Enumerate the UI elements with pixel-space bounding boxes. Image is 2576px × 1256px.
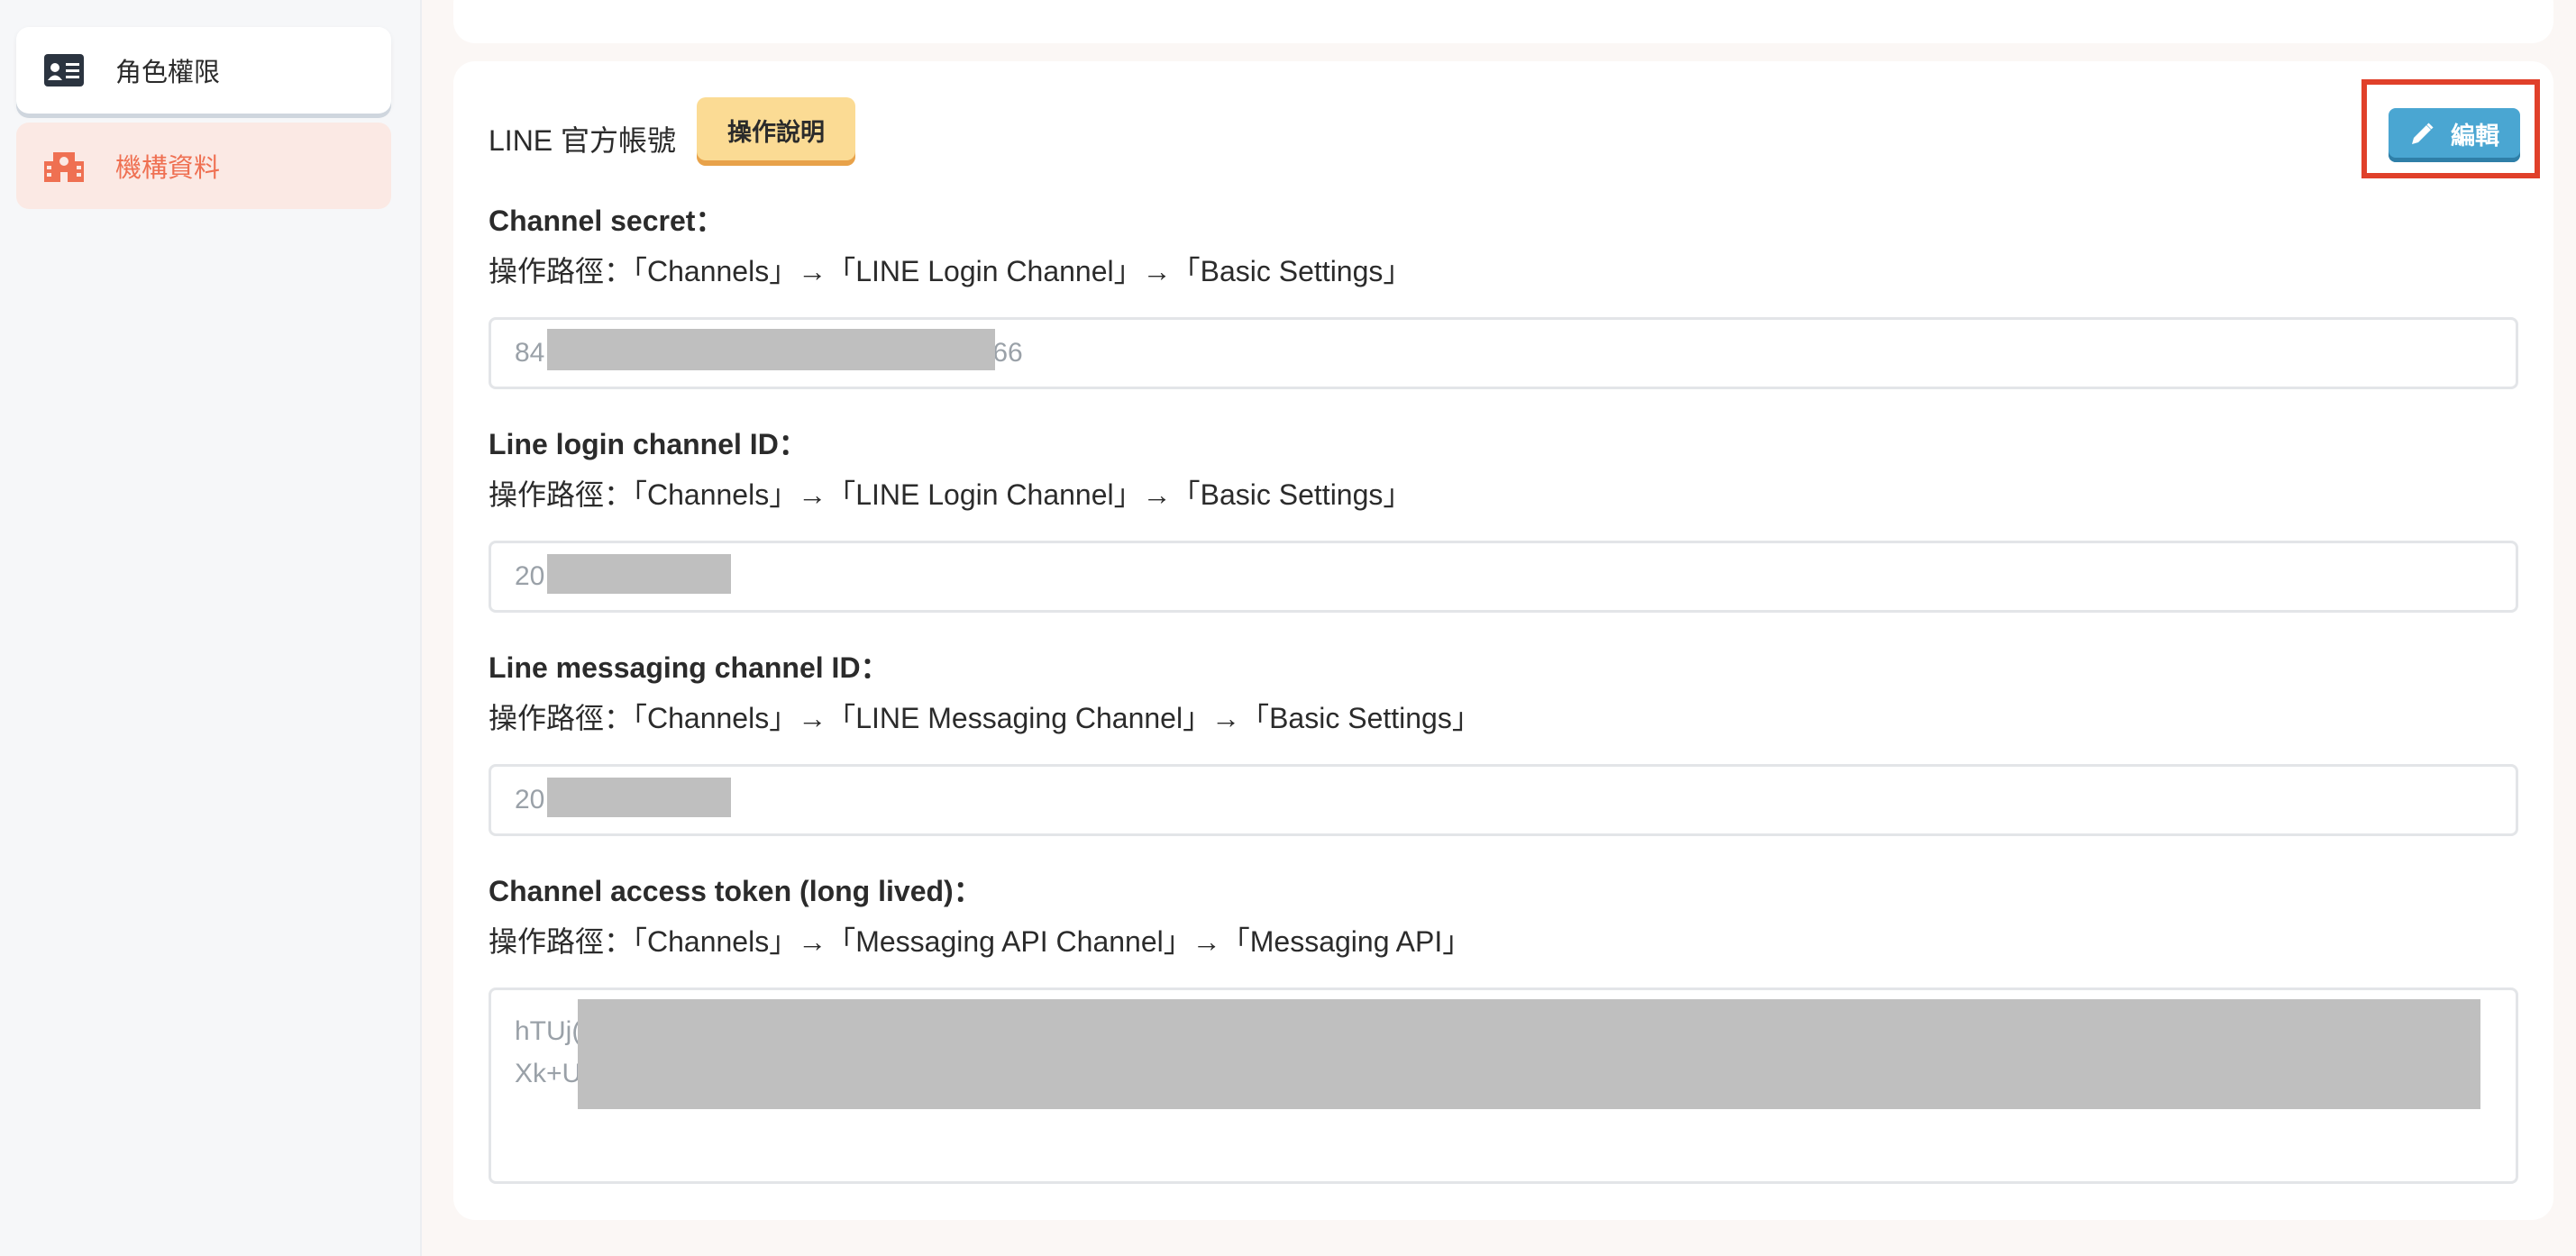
edit-button-label: 編輯 [2451, 123, 2499, 150]
channel-access-token-textarea[interactable]: hTUj( Xk+U [489, 988, 2518, 1184]
line-messaging-channel-id-path: 操作路徑：「Channels」→「LINE Messaging Channel」… [489, 702, 1481, 734]
channel-secret-value-prefix: 84 [515, 338, 545, 368]
sidebar: 角色權限 機構資料 [0, 0, 422, 1256]
line-login-channel-id-input[interactable]: 20 [489, 541, 2518, 613]
redaction-block [547, 329, 995, 370]
help-button[interactable]: 操作說明 [697, 97, 855, 166]
line-messaging-channel-id-input[interactable]: 20 [489, 764, 2518, 836]
card-title: LINE 官方帳號 [489, 124, 677, 157]
edit-button[interactable]: 編輯 [2389, 108, 2520, 162]
line-login-channel-id-value: 20 [515, 561, 545, 591]
sidebar-item-roles[interactable]: 角色權限 [16, 27, 391, 114]
redaction-block [547, 778, 731, 817]
channel-secret-value-suffix: 66 [992, 338, 1023, 368]
channel-secret-input[interactable]: 84 66 [489, 317, 2518, 389]
channel-secret-path: 操作路徑：「Channels」→「LINE Login Channel」→「Ba… [489, 255, 1412, 287]
pencil-icon [2412, 122, 2434, 144]
line-login-channel-id-label: Line login channel ID： [489, 428, 808, 460]
line-messaging-channel-id-label: Line messaging channel ID： [489, 651, 890, 684]
line-messaging-channel-id-value: 20 [515, 785, 545, 815]
building-icon [43, 149, 85, 183]
channel-access-token-label: Channel access token (long lived)： [489, 875, 982, 907]
sidebar-item-organization[interactable]: 機構資料 [16, 123, 391, 209]
sidebar-item-label: 機構資料 [115, 154, 221, 183]
previous-card [453, 0, 2553, 43]
line-official-account-card: LINE 官方帳號 操作說明 編輯 Channel secret： 操作路徑：「… [453, 61, 2553, 1220]
sidebar-item-label: 角色權限 [115, 59, 221, 87]
edit-highlight-box: 編輯 [2361, 79, 2540, 178]
redaction-block [547, 554, 731, 594]
channel-access-token-path: 操作路徑：「Channels」→「Messaging API Channel」→… [489, 925, 1472, 958]
line-login-channel-id-path: 操作路徑：「Channels」→「LINE Login Channel」→「Ba… [489, 478, 1412, 511]
redaction-block [578, 999, 2480, 1109]
channel-secret-label: Channel secret： [489, 205, 725, 237]
id-card-icon [43, 53, 85, 87]
